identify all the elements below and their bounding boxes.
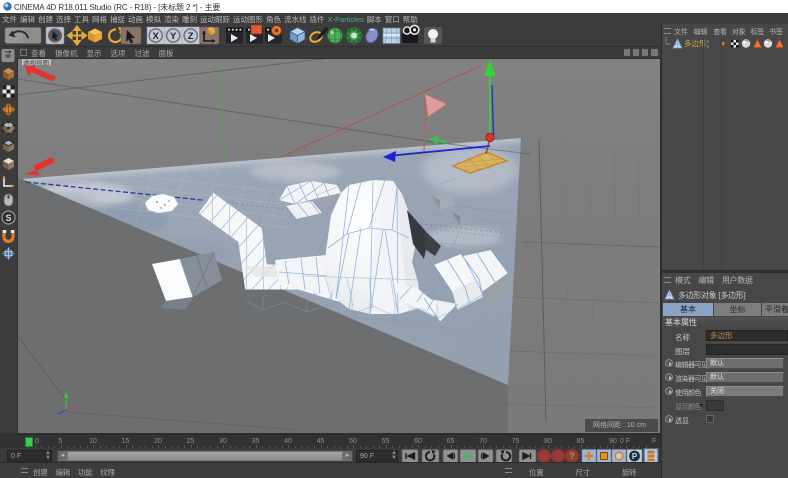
svg-text:?: ? [569,451,575,461]
svg-text:X: X [153,31,160,42]
svg-text:网格间距 : 10 cm: 网格间距 : 10 cm [593,420,646,429]
svg-text:透视视图: 透视视图 [23,58,49,67]
svg-text:P: P [632,452,638,461]
svg-text:S: S [5,213,11,223]
svg-text:Y: Y [170,31,177,42]
svg-text:Z: Z [188,31,194,42]
